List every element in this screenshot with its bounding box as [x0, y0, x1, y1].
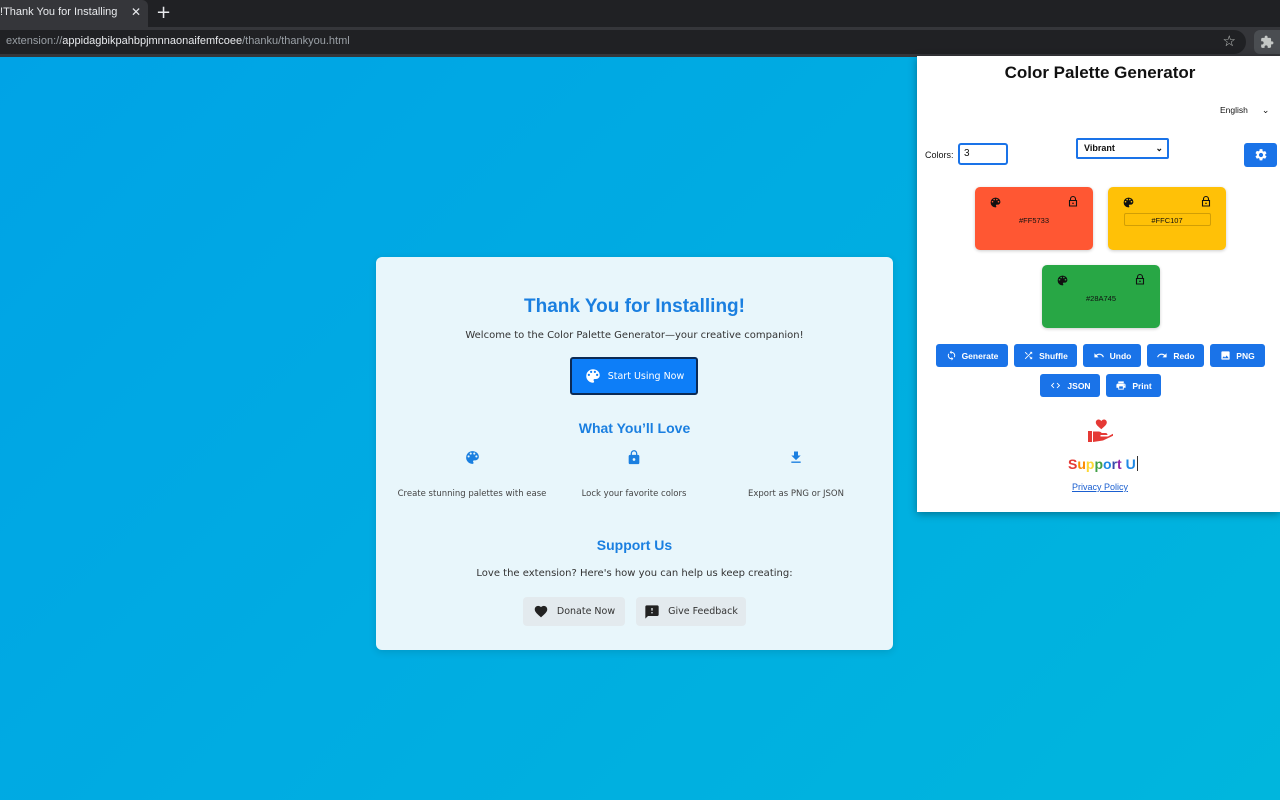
swatch-hex: #FF5733	[1018, 216, 1050, 225]
style-value: Vibrant	[1084, 143, 1115, 153]
lock-icon	[628, 450, 640, 465]
chevron-down-icon: ⌄	[1155, 143, 1163, 153]
png-label: PNG	[1236, 350, 1255, 361]
json-label: JSON	[1067, 380, 1091, 391]
gear-icon	[1255, 149, 1266, 161]
shuffle-button[interactable]: Shuffle	[1014, 344, 1077, 367]
generate-button[interactable]: Generate	[936, 344, 1008, 367]
print-button[interactable]: Print	[1106, 374, 1161, 397]
start-using-button[interactable]: Start Using Now	[570, 357, 698, 395]
donate-button[interactable]: Donate Now	[523, 597, 625, 626]
browser-toolbar: extension://appidagbikpahbpjmnnaonaifemf…	[0, 27, 1280, 57]
language-select[interactable]: English ⌄	[1220, 105, 1269, 116]
welcome-text: Welcome to the Color Palette Generator—y…	[465, 330, 804, 341]
browser-tab[interactable]: Thank You for Installing! ✕	[0, 0, 148, 27]
export-json-button[interactable]: JSON	[1040, 374, 1100, 397]
color-swatch[interactable]: #FFC107	[1108, 187, 1226, 250]
support-us-heading: Support Us	[596, 537, 673, 553]
palette-icon	[465, 451, 479, 464]
palette-icon[interactable]	[1056, 274, 1069, 287]
privacy-policy-link[interactable]: Privacy Policy	[917, 482, 1280, 492]
support-letter: u	[1077, 456, 1086, 472]
url-text: extension://appidagbikpahbpjmnnaonaifemf…	[6, 35, 350, 47]
image-icon	[1221, 351, 1230, 360]
address-bar[interactable]: extension://appidagbikpahbpjmnnaonaifemf…	[0, 30, 1246, 54]
feature-item: Export as PNG or JSON	[711, 449, 881, 499]
tab-close-icon[interactable]: ✕	[131, 5, 141, 19]
tab-title: Thank You for Installing!	[0, 6, 118, 18]
start-button-label: Start Using Now	[607, 370, 685, 382]
url-host: appidagbikpahbpjmnnaonaifemfcoee	[62, 35, 243, 47]
support-letter: p	[1094, 456, 1104, 472]
undo-label: Undo	[1109, 350, 1132, 361]
feature-item: Create stunning palettes with ease	[387, 449, 557, 499]
feature-text: Create stunning palettes with ease	[397, 489, 547, 499]
language-value: English	[1220, 105, 1248, 115]
palette-style-select[interactable]: Vibrant ⌄	[1076, 138, 1169, 159]
chevron-down-icon: ⌄	[1261, 105, 1270, 115]
star-icon[interactable]: ☆	[1223, 32, 1236, 50]
heart-hand-icon[interactable]	[1087, 417, 1113, 443]
feature-item: Lock your favorite colors	[549, 449, 719, 499]
new-tab-icon[interactable]: +	[156, 2, 171, 23]
url-path: /thanku/thankyou.html	[242, 35, 350, 47]
unlock-icon[interactable]	[1200, 195, 1212, 208]
undo-button[interactable]: Undo	[1083, 344, 1141, 367]
thank-you-title: Thank You for Installing!	[524, 296, 745, 317]
redo-icon	[1157, 353, 1167, 358]
url-scheme: extension://	[6, 35, 63, 47]
export-png-button[interactable]: PNG	[1210, 344, 1265, 367]
refresh-icon	[947, 350, 955, 361]
swatch-hex: #FFC107	[1151, 216, 1183, 225]
swatch-hex: #28A745	[1085, 294, 1117, 303]
colors-label: Colors:	[925, 150, 954, 160]
give-feedback-button[interactable]: Give Feedback	[636, 597, 746, 626]
palette-icon[interactable]	[989, 196, 1002, 209]
what-youll-love-heading: What You’ll Love	[578, 420, 691, 436]
shuffle-icon	[1024, 351, 1033, 360]
settings-button[interactable]	[1244, 143, 1277, 167]
redo-label: Redo	[1173, 350, 1195, 361]
support-letter: o	[1103, 456, 1112, 472]
text-cursor	[1136, 456, 1138, 471]
color-swatch[interactable]: #FF5733	[975, 187, 1093, 250]
support-letter: S	[1068, 456, 1078, 472]
puzzle-icon	[1261, 35, 1274, 48]
unlock-icon[interactable]	[1134, 273, 1146, 286]
color-swatch[interactable]: #28A745	[1042, 265, 1160, 328]
print-label: Print	[1132, 380, 1152, 391]
browser-tab-strip: Thank You for Installing! ✕ +	[0, 0, 1280, 27]
extension-popup: Color Palette Generator English ⌄ Colors:…	[917, 56, 1280, 512]
support-text: Love the extension? Here's how you can h…	[476, 568, 793, 579]
shuffle-label: Shuffle	[1039, 350, 1068, 361]
undo-icon	[1094, 353, 1104, 358]
thank-you-card: Thank You for Installing! Welcome to the…	[376, 257, 893, 650]
unlock-icon[interactable]	[1067, 195, 1079, 208]
feedback-label: Give Feedback	[668, 606, 738, 617]
colors-count-input[interactable]: 3	[958, 143, 1008, 165]
feature-text: Lock your favorite colors	[581, 489, 687, 499]
extension-button[interactable]	[1254, 30, 1280, 54]
download-icon	[791, 451, 801, 463]
support-letter: p	[1085, 456, 1095, 472]
heart-icon	[534, 605, 548, 618]
generate-label: Generate	[961, 350, 999, 361]
feedback-icon	[645, 604, 659, 619]
support-ticker-text[interactable]: Support U	[1068, 456, 1138, 472]
redo-button[interactable]: Redo	[1147, 344, 1204, 367]
code-icon	[1051, 382, 1061, 389]
palette-icon[interactable]	[1122, 196, 1135, 209]
palette-icon	[585, 369, 600, 383]
print-icon	[1116, 381, 1126, 390]
popup-title: Color Palette Generator	[1004, 63, 1196, 82]
donate-label: Donate Now	[556, 606, 616, 617]
feature-text: Export as PNG or JSON	[748, 489, 844, 499]
support-letter: U	[1125, 456, 1136, 472]
